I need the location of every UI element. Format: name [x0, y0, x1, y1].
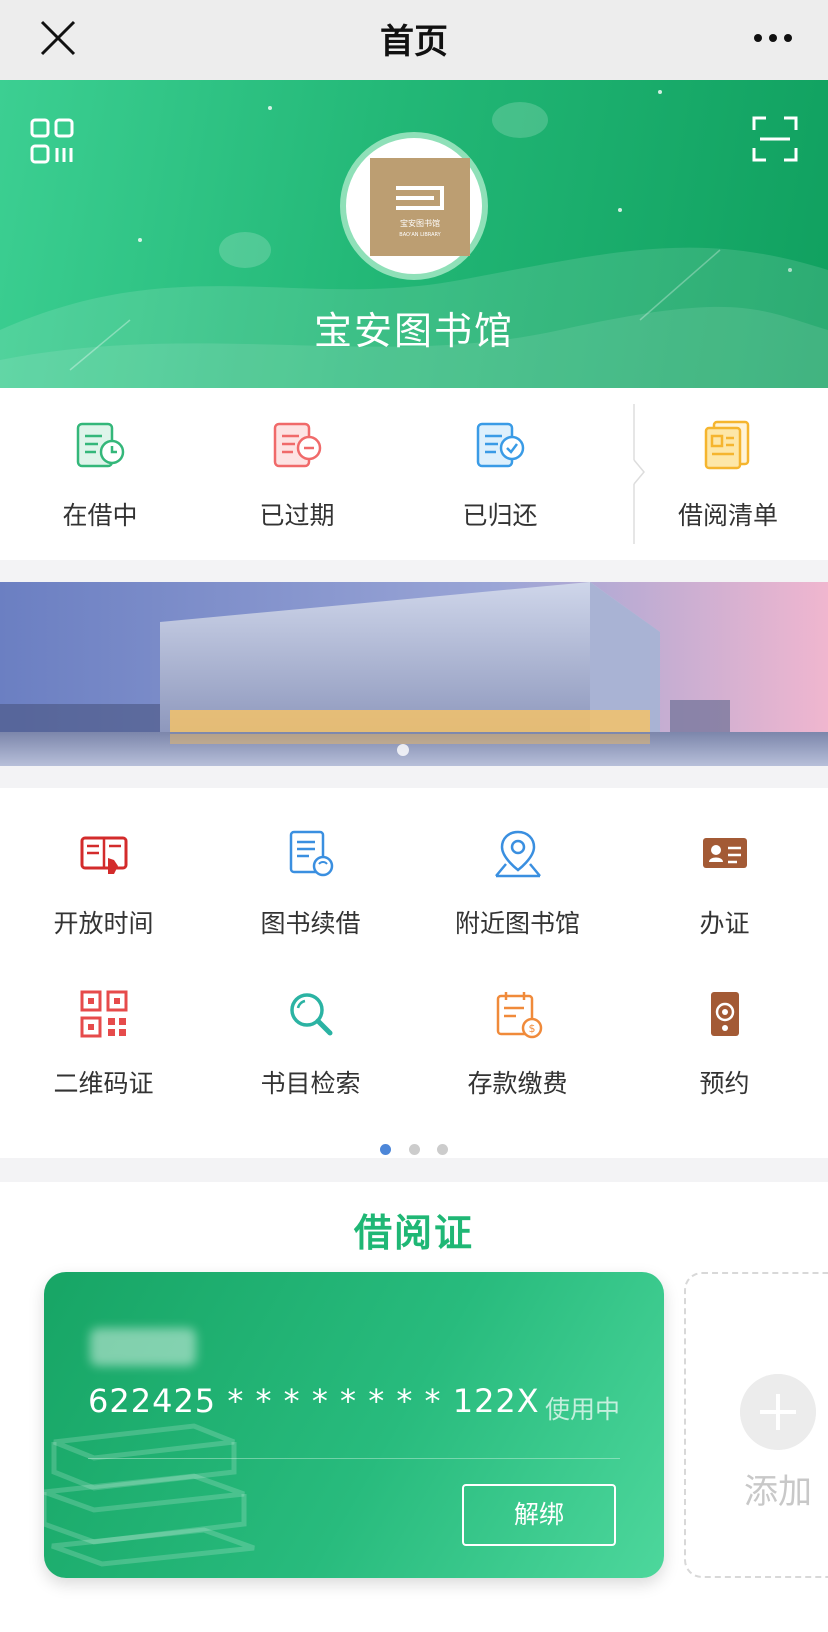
services-grid: 开放时间 图书续借 附近图书馆 办证 二维码证 书目检索 $ 存款缴费 预约	[0, 788, 828, 1158]
overdue-icon	[273, 422, 322, 468]
book-renew-icon	[289, 830, 333, 877]
banner-carousel[interactable]	[0, 582, 828, 766]
status-borrowing[interactable]: 在借中	[0, 418, 200, 532]
reservation-icon	[710, 992, 739, 1036]
borrow-status-row: 在借中 已过期 已归还 借阅清单	[0, 388, 828, 560]
carousel-indicator[interactable]	[397, 744, 409, 756]
service-label: 开放时间	[53, 909, 154, 938]
top-navbar: 首页	[0, 0, 828, 80]
library-logo-graphic: 宝安图书馆 BAO'AN LIBRARY	[396, 186, 444, 238]
card-status: 使用中	[544, 1395, 620, 1424]
library-logo: 宝安图书馆 BAO'AN LIBRARY	[340, 132, 488, 280]
service-book-renew[interactable]: 图书续借	[207, 828, 414, 940]
id-card-icon	[702, 838, 747, 868]
status-overdue-label: 已过期	[259, 501, 335, 530]
pager-dot[interactable]	[436, 1144, 448, 1155]
returned-icon	[476, 422, 525, 468]
plus-icon	[740, 1374, 816, 1450]
qr-card-icon	[80, 990, 127, 1038]
library-card-section: 借阅证 622425 * * * * * * * * 122X 使用中 解绑 添…	[0, 1182, 828, 1632]
status-borrowing-label: 在借中	[62, 501, 138, 530]
status-returned[interactable]: 已归还	[400, 418, 600, 532]
library-name: 宝安图书馆	[313, 309, 514, 353]
service-catalog-search[interactable]: 书目检索	[207, 988, 414, 1100]
books-watermark-icon	[44, 1423, 255, 1567]
logo-subtext: BAO'AN LIBRARY	[399, 232, 441, 238]
add-card-label: 添加	[744, 1472, 812, 1512]
more-icon[interactable]	[748, 18, 798, 58]
service-payment[interactable]: $ 存款缴费	[414, 988, 621, 1100]
service-label: 存款缴费	[467, 1069, 568, 1098]
search-catalog-icon	[289, 993, 332, 1036]
payment-icon: $	[496, 992, 542, 1039]
borrow-list-icon	[704, 420, 750, 470]
section-title: 借阅证	[353, 1211, 474, 1255]
logo-text: 宝安图书馆	[400, 218, 440, 228]
status-overdue[interactable]: 已过期	[197, 418, 397, 532]
service-qr-card[interactable]: 二维码证	[0, 988, 207, 1100]
card-divider	[88, 1458, 620, 1459]
card-number: 622425 * * * * * * * * 122X	[88, 1382, 540, 1420]
qr-code-icon[interactable]	[30, 118, 74, 164]
borrowing-icon	[76, 422, 125, 468]
service-label: 图书续借	[260, 909, 361, 938]
service-label: 附近图书馆	[454, 909, 580, 938]
service-label: 办证	[699, 909, 750, 938]
service-label: 二维码证	[53, 1069, 154, 1098]
status-borrow-list[interactable]: 借阅清单	[628, 418, 828, 532]
library-header-banner: 宝安图书馆 BAO'AN LIBRARY 宝安图书馆	[0, 80, 828, 388]
library-card[interactable]: 622425 * * * * * * * * 122X 使用中 解绑	[44, 1272, 664, 1578]
opening-hours-icon	[80, 836, 127, 874]
service-opening-hours[interactable]: 开放时间	[0, 828, 207, 940]
location-icon	[494, 830, 541, 878]
scan-icon[interactable]	[752, 116, 798, 162]
library-building-photo	[0, 582, 828, 766]
service-apply-card[interactable]: 办证	[621, 828, 828, 940]
status-borrow-list-label: 借阅清单	[677, 501, 778, 530]
pager-dot-active[interactable]	[380, 1144, 392, 1155]
unbind-button[interactable]: 解绑	[462, 1484, 616, 1546]
service-reservation[interactable]: 预约	[621, 988, 828, 1100]
page-title: 首页	[380, 22, 448, 62]
pager-dot[interactable]	[408, 1144, 420, 1155]
cardholder-name-blurred	[90, 1328, 196, 1366]
service-label: 书目检索	[260, 1069, 361, 1098]
add-card-button[interactable]: 添加	[684, 1272, 828, 1578]
service-label: 预约	[699, 1069, 750, 1098]
services-pager	[0, 1140, 828, 1159]
status-returned-label: 已归还	[462, 501, 538, 530]
svg-text:$: $	[528, 1022, 535, 1035]
service-nearby-library[interactable]: 附近图书馆	[414, 828, 621, 940]
library-logo-mark: 宝安图书馆 BAO'AN LIBRARY	[370, 158, 470, 256]
